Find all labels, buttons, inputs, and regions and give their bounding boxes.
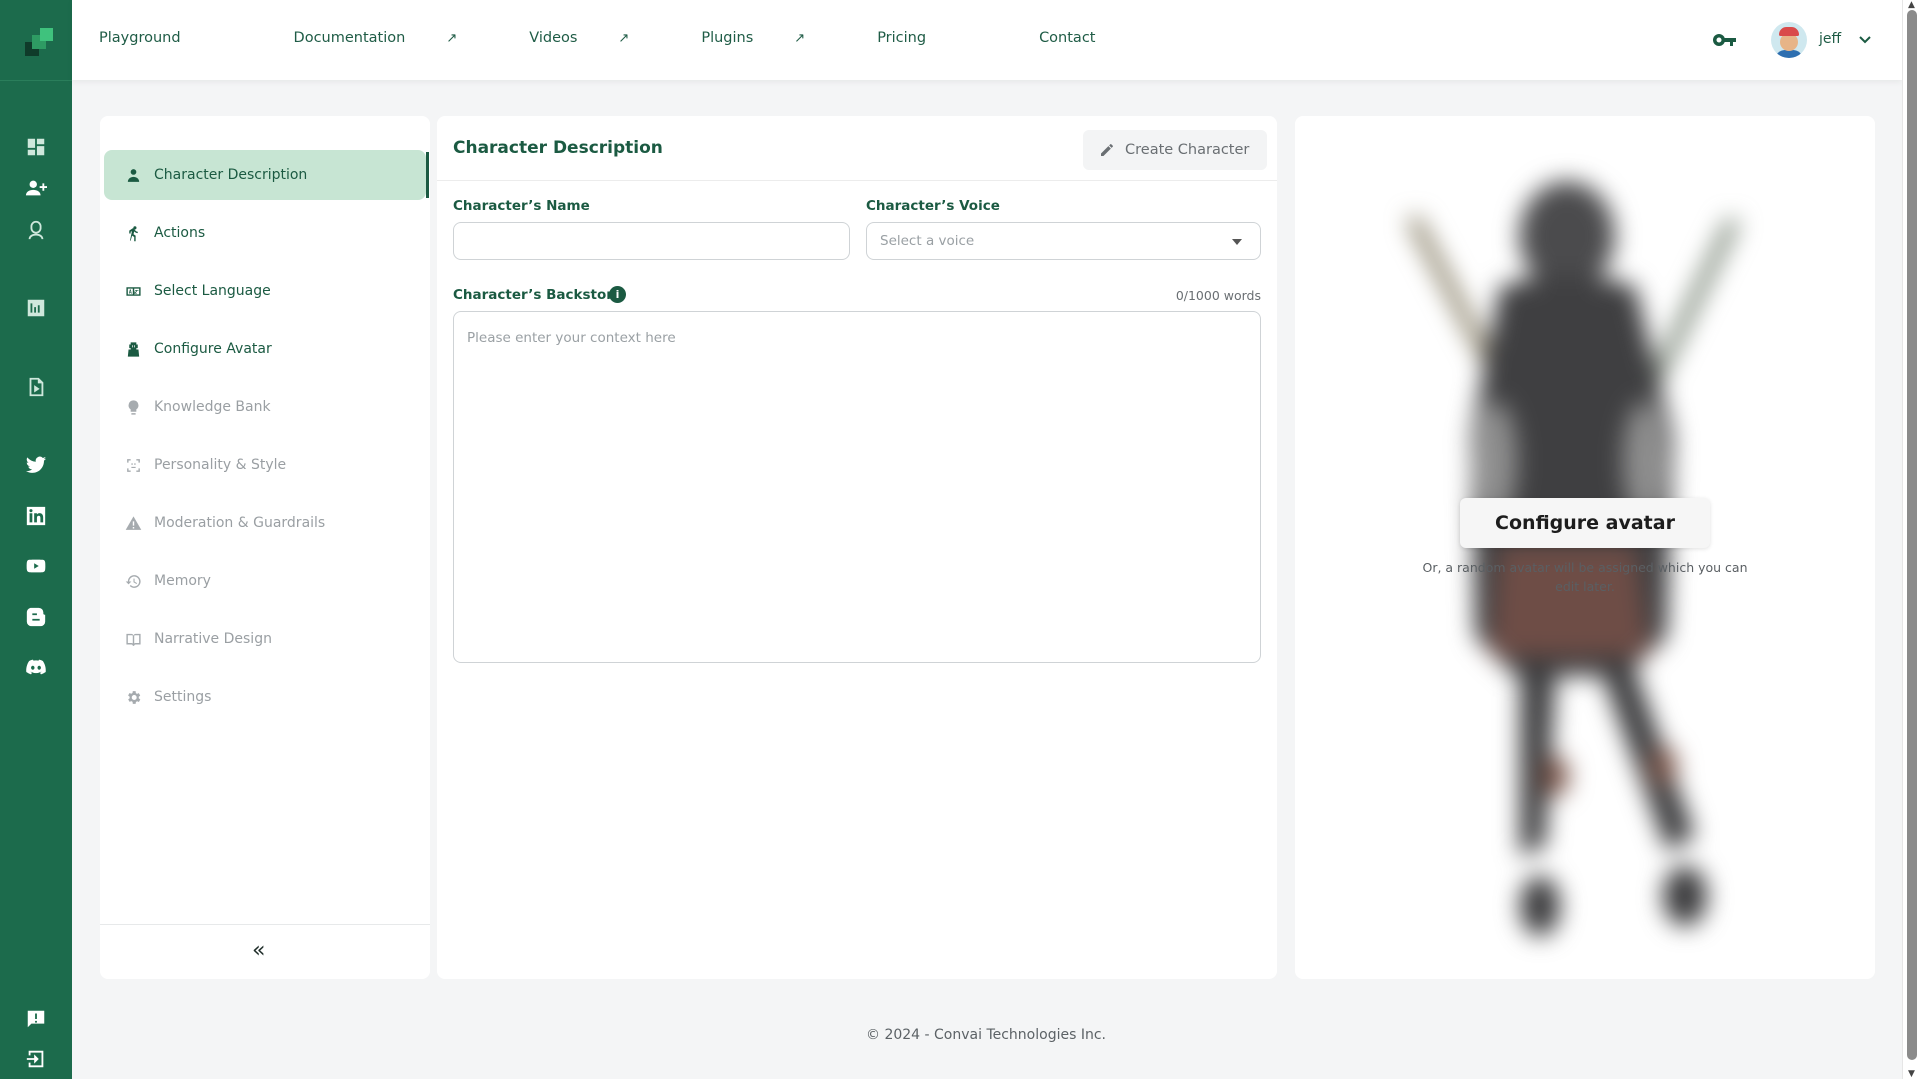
face-scan-icon (124, 456, 142, 474)
scrollbar-thumb[interactable] (1907, 10, 1917, 1060)
create-character-label: Create Character (1125, 142, 1250, 158)
avatar-icon (124, 340, 142, 358)
pencil-icon (1101, 144, 1113, 156)
user-avatar[interactable] (1771, 22, 1807, 58)
youtube-icon[interactable] (24, 554, 48, 578)
backstory-textarea[interactable]: Please enter your context here (453, 311, 1261, 663)
sidebar-item-character-description[interactable]: Character Description (104, 150, 426, 200)
video-file-icon[interactable] (24, 375, 48, 399)
sidebar-item-knowledge-bank[interactable]: Knowledge Bank (104, 382, 426, 432)
configure-avatar-button[interactable]: Configure avatar (1460, 498, 1710, 548)
external-link-icon: ↗ (446, 31, 458, 46)
sidebar-item-label: Moderation & Guardrails (154, 515, 326, 531)
main-nav: Playground Documentation ↗ Videos ↗ Plugin… (99, 30, 1208, 46)
nav-documentation[interactable]: Documentation ↗ (294, 30, 494, 46)
rail-divider (0, 80, 72, 81)
gear-icon (124, 688, 142, 706)
top-navbar: Playground Documentation ↗ Videos ↗ Plugin… (72, 0, 1902, 80)
sidebar-item-actions[interactable]: Actions (104, 208, 426, 258)
sidebar-divider (100, 924, 430, 925)
sidebar-item-memory[interactable]: Memory (104, 556, 426, 606)
running-icon (124, 224, 142, 242)
nav-plugins[interactable]: Plugins ↗ (701, 30, 841, 46)
create-character-button[interactable]: Create Character (1083, 130, 1267, 170)
active-indicator (426, 152, 429, 198)
discord-icon[interactable] (24, 655, 48, 679)
scroll-down-icon[interactable]: ▼ (1908, 1069, 1915, 1079)
sidebar-item-label: Actions (154, 225, 206, 241)
collapse-sidebar-button[interactable]: « (252, 938, 265, 963)
avatar-assign-note: Or, a random avatar will be assigned whi… (1422, 560, 1748, 594)
agent-icon[interactable] (24, 218, 48, 242)
character-voice-label: Character’s Voice (866, 198, 1000, 214)
api-key-icon[interactable] (1712, 28, 1738, 52)
external-link-icon: ↗ (794, 31, 806, 46)
backstory-label: Character’s Backstory (453, 287, 622, 303)
character-description-card: Character Description Create Character C… (437, 116, 1277, 979)
page-title: Character Description (453, 138, 663, 158)
chevron-down-icon[interactable] (1857, 31, 1873, 47)
lightbulb-icon (124, 398, 142, 416)
add-character-icon[interactable] (24, 176, 48, 200)
blogger-icon[interactable] (24, 605, 48, 629)
avatar-preview-panel: Configure avatar Or, a random avatar wil… (1295, 116, 1875, 979)
sidebar-item-settings[interactable]: Settings (104, 672, 426, 722)
sidebar-item-label: Personality & Style (154, 457, 287, 473)
sidebar-item-narrative-design[interactable]: Narrative Design (104, 614, 426, 664)
sidebar-item-label: Character Description (154, 167, 308, 183)
copyright-footer: © 2024 - Convai Technologies Inc. (866, 1027, 1106, 1043)
convai-logo-icon[interactable] (25, 28, 55, 58)
dashboard-icon[interactable] (24, 135, 48, 159)
sidebar-item-personality-style[interactable]: Personality & Style (104, 440, 426, 490)
user-name[interactable]: jeff (1819, 31, 1841, 47)
info-icon[interactable]: i (609, 286, 626, 303)
person-icon (124, 166, 142, 184)
history-icon (124, 572, 142, 590)
sidebar-item-moderation-guardrails[interactable]: Moderation & Guardrails (104, 498, 426, 548)
sidebar-item-label: Settings (154, 689, 212, 705)
sidebar-item-label: Narrative Design (154, 631, 272, 647)
sidebar-item-label: Select Language (154, 283, 271, 299)
language-icon (124, 282, 142, 300)
nav-videos[interactable]: Videos ↗ (529, 30, 665, 46)
sidebar-item-label: Memory (154, 573, 211, 589)
backstory-placeholder: Please enter your context here (467, 330, 676, 346)
left-rail (0, 0, 72, 1079)
book-icon (124, 630, 142, 648)
nav-playground[interactable]: Playground (99, 30, 258, 46)
voice-select-placeholder: Select a voice (880, 233, 975, 249)
warning-icon (124, 514, 142, 532)
character-sidebar: Character Description Actions Select Lan… (100, 116, 430, 979)
analytics-icon[interactable] (24, 296, 48, 320)
page-scrollbar[interactable]: ▲ ▼ (1902, 0, 1920, 1079)
character-name-input[interactable] (453, 222, 850, 260)
sidebar-item-select-language[interactable]: Select Language (104, 266, 426, 316)
caret-down-icon (1232, 239, 1242, 245)
nav-contact[interactable]: Contact (1039, 30, 1172, 46)
sidebar-item-label: Knowledge Bank (154, 399, 271, 415)
nav-pricing[interactable]: Pricing (877, 30, 1003, 46)
voice-select[interactable]: Select a voice (866, 222, 1261, 260)
twitter-icon[interactable] (24, 453, 48, 477)
external-link-icon: ↗ (618, 31, 630, 46)
character-name-label: Character’s Name (453, 198, 590, 214)
linkedin-icon[interactable] (24, 504, 48, 528)
logout-icon[interactable] (24, 1047, 48, 1071)
word-counter: 0/1000 words (1175, 288, 1261, 303)
sidebar-item-label: Configure Avatar (154, 341, 272, 357)
card-divider (437, 180, 1277, 181)
sidebar-item-configure-avatar[interactable]: Configure Avatar (104, 324, 426, 374)
scroll-up-icon[interactable]: ▲ (1908, 0, 1915, 10)
